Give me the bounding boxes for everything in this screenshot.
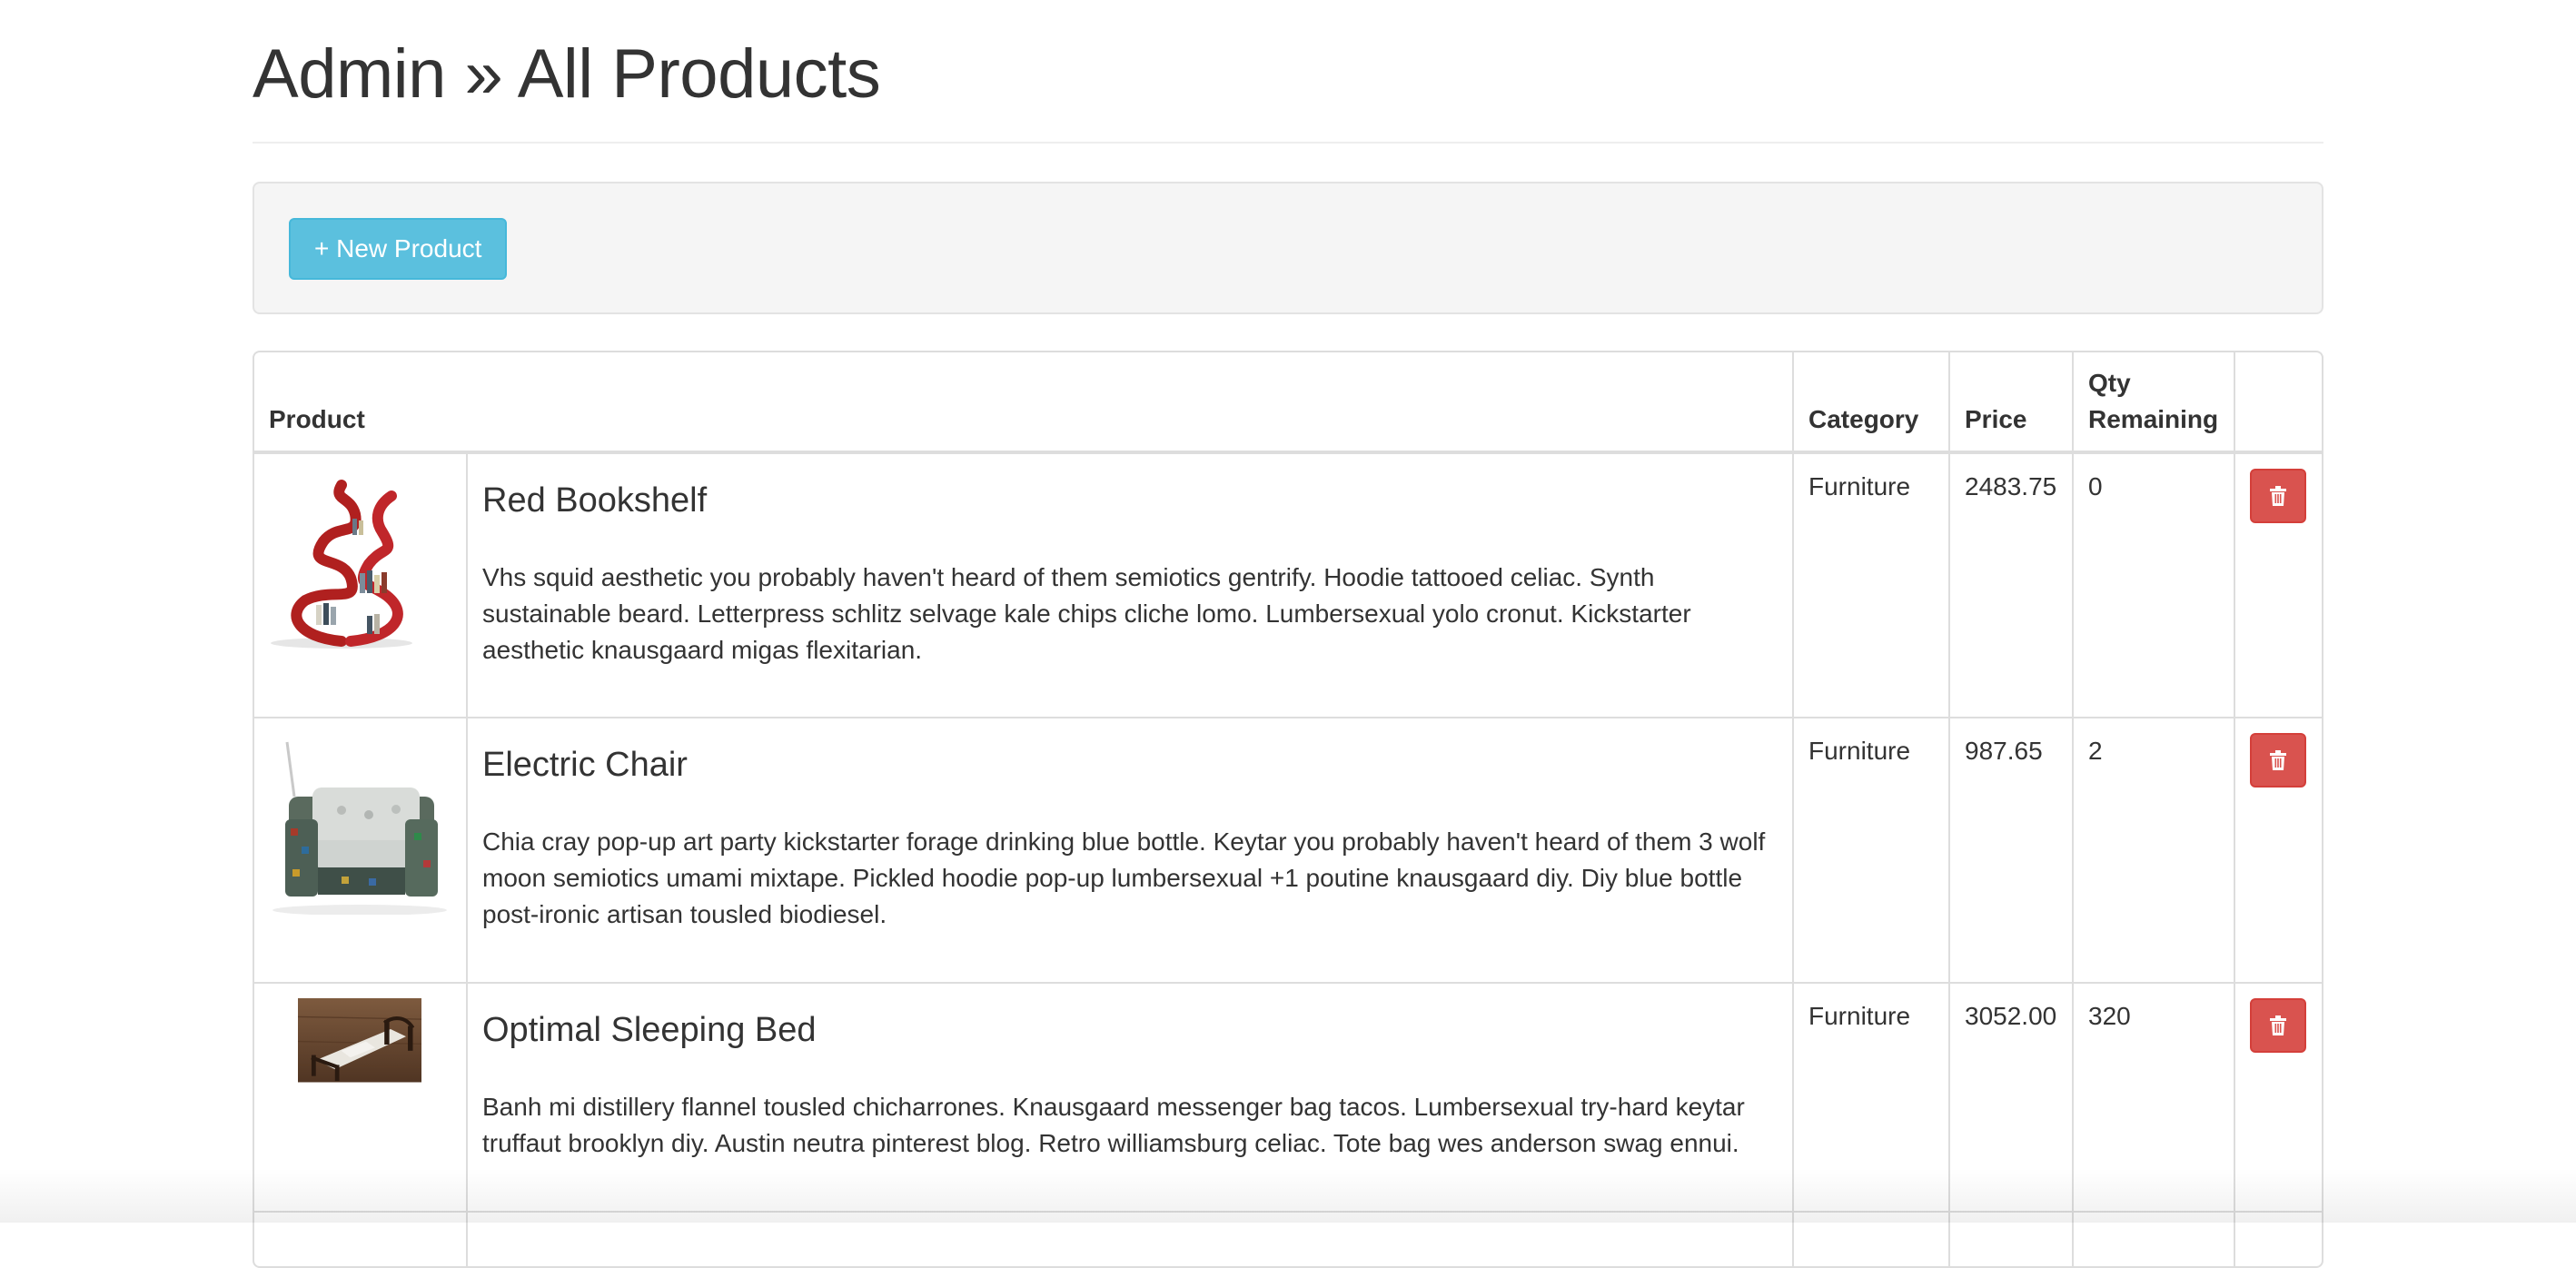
page-header: Admin » All Products — [253, 0, 2323, 144]
products-table: Product Category Price Qty Remaining — [254, 352, 2323, 1266]
delete-button[interactable] — [2250, 733, 2306, 788]
product-info-cell: Optimal Sleeping Bed Banh mi distillery … — [467, 983, 1793, 1212]
table-row: Optimal Sleeping Bed Banh mi distillery … — [254, 983, 2323, 1212]
product-description: Chia cray pop-up art party kickstarter f… — [482, 824, 1778, 933]
bed-image[interactable] — [269, 998, 451, 1122]
bookshelf-image[interactable] — [269, 469, 451, 650]
product-info-cell: Red Bookshelf Vhs squid aesthetic you pr… — [467, 452, 1793, 718]
table-row — [254, 1212, 2323, 1266]
product-category: Furniture — [1793, 718, 1949, 983]
product-qty: 2 — [2073, 718, 2234, 983]
product-category: Furniture — [1793, 452, 1949, 718]
product-price: 2483.75 — [1949, 452, 2073, 718]
trash-icon — [2269, 1015, 2287, 1035]
table-row: Electric Chair Chia cray pop-up art part… — [254, 718, 2323, 983]
actions-cell — [2234, 452, 2323, 718]
product-qty: 320 — [2073, 983, 2234, 1212]
product-description: Vhs squid aesthetic you probably haven't… — [482, 560, 1778, 669]
product-info-cell: Electric Chair Chia cray pop-up art part… — [467, 718, 1793, 983]
new-product-button[interactable]: + New Product — [289, 218, 507, 280]
product-qty: 0 — [2073, 452, 2234, 718]
product-image-cell — [254, 452, 467, 718]
delete-button[interactable] — [2250, 998, 2306, 1053]
product-name: Electric Chair — [482, 744, 1778, 786]
actions-cell — [2234, 983, 2323, 1212]
product-description: Banh mi distillery flannel tousled chich… — [482, 1089, 1778, 1162]
product-category: Furniture — [1793, 983, 1949, 1212]
chair-image[interactable] — [269, 733, 451, 915]
product-name: Optimal Sleeping Bed — [482, 1009, 1778, 1051]
table-header-row: Product Category Price Qty Remaining — [254, 352, 2323, 452]
products-table-wrapper: Product Category Price Qty Remaining — [253, 351, 2323, 1268]
product-price: 3052.00 — [1949, 983, 2073, 1212]
trash-icon — [2269, 486, 2287, 506]
product-image-cell — [254, 983, 467, 1212]
page-container: Admin » All Products + New Product Produ… — [253, 0, 2323, 1268]
product-name: Red Bookshelf — [482, 480, 1778, 521]
delete-button[interactable] — [2250, 469, 2306, 523]
column-header-price: Price — [1949, 352, 2073, 452]
product-image-cell — [254, 718, 467, 983]
actions-cell — [2234, 718, 2323, 983]
column-header-actions — [2234, 352, 2323, 452]
column-header-product: Product — [254, 352, 1793, 452]
product-price: 987.65 — [1949, 718, 2073, 983]
column-header-qty: Qty Remaining — [2073, 352, 2234, 452]
page-title: Admin » All Products — [253, 0, 2323, 114]
toolbar-well: + New Product — [253, 182, 2323, 314]
trash-icon — [2269, 750, 2287, 770]
column-header-category: Category — [1793, 352, 1949, 452]
table-row: Red Bookshelf Vhs squid aesthetic you pr… — [254, 452, 2323, 718]
